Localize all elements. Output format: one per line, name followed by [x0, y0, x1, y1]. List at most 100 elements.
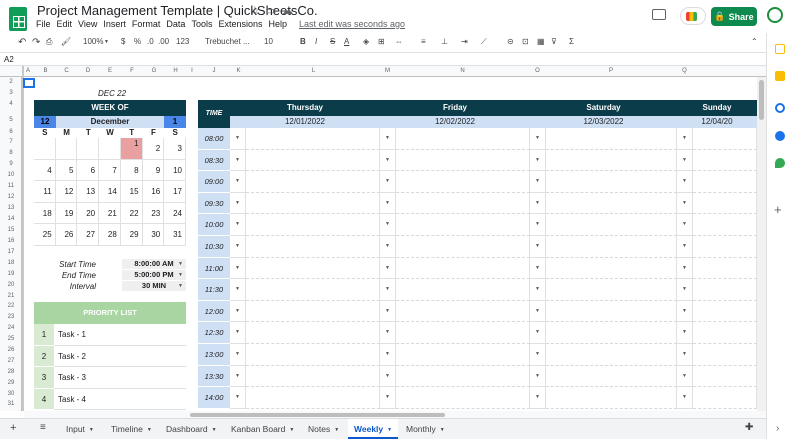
schedule-slot[interactable] [693, 171, 757, 193]
slot-dropdown[interactable]: ▼ [677, 128, 693, 150]
calendar-day[interactable]: 27 [77, 224, 100, 246]
tasks-icon[interactable] [775, 103, 785, 113]
schedule-slot[interactable] [693, 128, 757, 150]
calendar-day[interactable]: 5 [55, 159, 78, 181]
slot-dropdown[interactable]: ▼ [380, 257, 396, 280]
slot-dropdown[interactable]: ▼ [380, 279, 396, 301]
calendar-day[interactable]: 25 [34, 224, 56, 246]
text-wrap-icon[interactable]: ⇥ [461, 37, 468, 46]
schedule-slot[interactable] [693, 192, 757, 215]
schedule-slot[interactable] [546, 192, 677, 215]
schedule-slot[interactable] [396, 344, 530, 366]
schedule-slot[interactable] [396, 128, 530, 150]
schedule-slot[interactable] [396, 236, 530, 258]
row-header[interactable]: 22 [0, 303, 22, 309]
menu-file[interactable]: File [33, 19, 54, 29]
calendar-day[interactable] [99, 138, 121, 160]
slot-dropdown[interactable]: ▼ [530, 387, 546, 409]
sheet-tab-kanban-board[interactable]: Kanban Board ▼ [225, 419, 300, 439]
schedule-slot[interactable] [546, 279, 677, 301]
column-header[interactable]: F [121, 68, 143, 74]
schedule-slot[interactable] [693, 322, 757, 344]
explore-icon[interactable]: ✚ [745, 422, 753, 433]
slot-dropdown[interactable]: ▼ [530, 236, 546, 258]
schedule-slot[interactable] [396, 300, 530, 323]
menu-help[interactable]: Help [265, 19, 290, 29]
menu-extensions[interactable]: Extensions [215, 19, 265, 29]
calendar-day[interactable]: 24 [164, 202, 186, 224]
strikethrough-button[interactable]: S [330, 37, 335, 46]
sheet-tab-weekly[interactable]: Weekly ▼ [348, 419, 399, 439]
vertical-scroll-thumb[interactable] [759, 80, 764, 120]
calendar-day[interactable]: 8 [120, 159, 143, 181]
add-sheet-icon[interactable]: + [10, 422, 16, 434]
slot-dropdown[interactable]: ▼ [380, 192, 396, 215]
calendar-day[interactable]: 10 [164, 159, 186, 181]
paint-format-icon[interactable]: 🖌 [61, 37, 71, 46]
slot-dropdown[interactable]: ▼ [677, 149, 693, 172]
slot-dropdown[interactable]: ▼ [230, 171, 246, 193]
row-header[interactable]: 6 [0, 129, 22, 135]
calendar-day[interactable]: 11 [34, 181, 56, 203]
schedule-slot[interactable] [693, 257, 757, 280]
column-header[interactable]: A [24, 68, 32, 74]
row-header[interactable]: 12 [0, 194, 22, 200]
row-header[interactable]: 2 [0, 79, 22, 85]
slot-dropdown[interactable]: ▼ [530, 300, 546, 323]
row-header[interactable]: 21 [0, 293, 22, 299]
row-header[interactable]: 20 [0, 282, 22, 288]
calendar-day[interactable]: 18 [34, 202, 56, 224]
schedule-slot[interactable] [246, 257, 380, 280]
currency-button[interactable]: $ [121, 37, 125, 46]
slot-dropdown[interactable]: ▼ [230, 192, 246, 215]
align-icon[interactable]: ≡ [421, 37, 426, 46]
column-header[interactable]: Q [677, 68, 692, 74]
bold-button[interactable]: B [300, 37, 306, 46]
sheet-tab-dashboard[interactable]: Dashboard ▼ [160, 419, 223, 439]
name-box[interactable]: A2 [4, 55, 14, 64]
row-header[interactable]: 24 [0, 325, 22, 331]
zoom-select[interactable]: 100% [83, 37, 103, 46]
schedule-slot[interactable] [693, 300, 757, 323]
slot-dropdown[interactable]: ▼ [530, 192, 546, 215]
slot-dropdown[interactable]: ▼ [230, 387, 246, 409]
calendar-day[interactable]: 13 [77, 181, 100, 203]
print-icon[interactable]: ⎙ [46, 37, 52, 47]
share-button[interactable]: 🔒 Share [711, 7, 757, 26]
menu-insert[interactable]: Insert [100, 19, 129, 29]
schedule-slot[interactable] [546, 387, 677, 409]
schedule-slot[interactable] [246, 171, 380, 193]
schedule-slot[interactable] [693, 344, 757, 366]
column-header[interactable]: C [56, 68, 77, 74]
calendar-day[interactable]: 7 [99, 159, 121, 181]
more-formats-button[interactable]: 123 [176, 37, 189, 46]
slot-dropdown[interactable]: ▼ [380, 171, 396, 193]
slot-dropdown[interactable]: ▼ [530, 344, 546, 366]
slot-dropdown[interactable]: ▼ [677, 236, 693, 258]
percent-button[interactable]: % [134, 37, 141, 46]
slot-dropdown[interactable]: ▼ [677, 257, 693, 280]
column-header[interactable]: J [198, 68, 230, 74]
schedule-slot[interactable] [246, 149, 380, 172]
sheets-logo-icon[interactable] [9, 7, 27, 31]
slot-dropdown[interactable]: ▼ [677, 279, 693, 301]
row-header[interactable]: 16 [0, 238, 22, 244]
schedule-slot[interactable] [693, 149, 757, 172]
slot-dropdown[interactable]: ▼ [530, 322, 546, 344]
meet-icon[interactable] [680, 7, 706, 25]
row-header[interactable]: 29 [0, 380, 22, 386]
schedule-slot[interactable] [396, 365, 530, 388]
schedule-slot[interactable] [546, 236, 677, 258]
column-header[interactable]: H [165, 68, 186, 74]
text-color-button[interactable]: A [344, 37, 349, 46]
start-time-select[interactable]: 8:00:00 AM ▼ [122, 259, 186, 269]
priority-task[interactable]: Task - 4 [54, 389, 186, 410]
schedule-slot[interactable] [546, 128, 677, 150]
schedule-slot[interactable] [246, 322, 380, 344]
schedule-slot[interactable] [246, 344, 380, 366]
row-header[interactable]: 25 [0, 336, 22, 342]
end-time-select[interactable]: 5:00:00 PM ▼ [122, 270, 186, 280]
row-header[interactable]: 10 [0, 172, 22, 178]
slot-dropdown[interactable]: ▼ [230, 149, 246, 172]
schedule-slot[interactable] [396, 192, 530, 215]
